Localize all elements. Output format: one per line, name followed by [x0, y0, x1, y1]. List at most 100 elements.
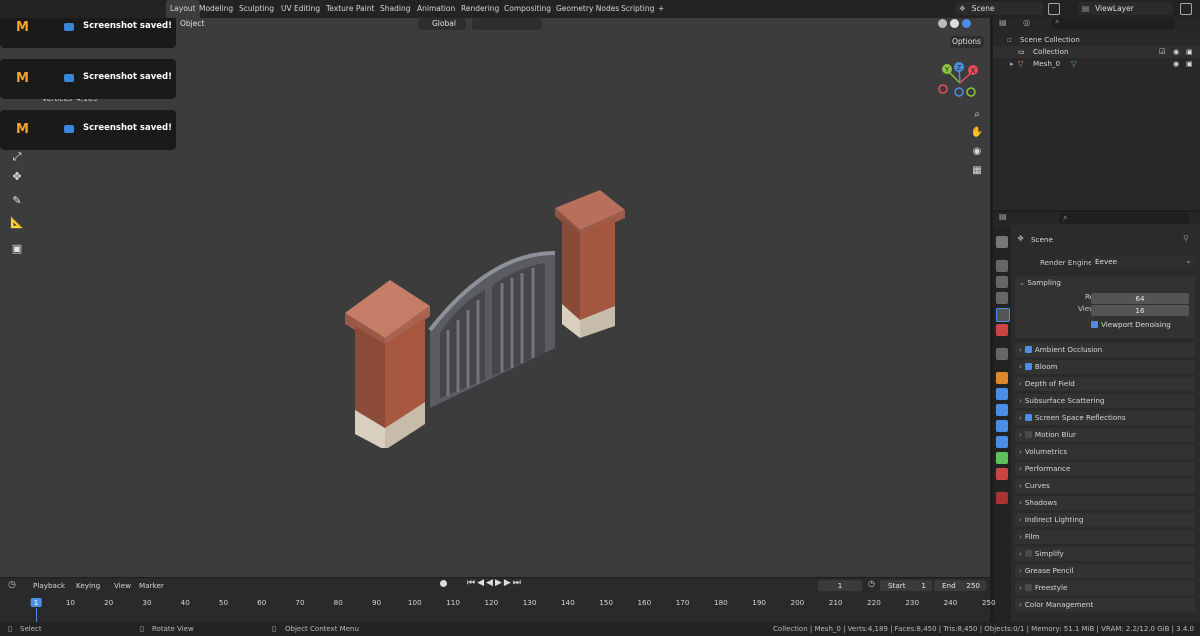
snapping-controls[interactable]	[472, 18, 542, 30]
screenshot-toast[interactable]: M Screenshot saved!	[0, 59, 176, 99]
camera-view-icon[interactable]: ◉	[970, 145, 984, 159]
annotate-tool-icon[interactable]: ✎	[8, 192, 26, 210]
panel-motion-blur[interactable]: › Motion Blur	[1015, 428, 1195, 442]
timeline[interactable]: ◷ Playback Keying View Marker ⏮◀◀▶▶⏭ 1 ◷ St…	[0, 578, 996, 622]
material-tab-icon[interactable]	[996, 468, 1008, 480]
preview-range-icon[interactable]: ◷	[868, 579, 875, 588]
rendered-shading-icon[interactable]	[962, 19, 971, 28]
material-shading-icon[interactable]	[950, 19, 959, 28]
scene-selector[interactable]: ❖ Scene	[955, 2, 1043, 15]
workspace-tab[interactable]: Rendering	[457, 0, 503, 18]
perspective-toggle-icon[interactable]: ▦	[970, 164, 984, 178]
solid-shading-icon[interactable]	[938, 19, 947, 28]
workspace-tab[interactable]: Texture Paint	[322, 0, 378, 18]
clock-icon[interactable]: ◷	[8, 580, 16, 590]
view-layer-tab-icon[interactable]	[996, 292, 1008, 304]
outliner-item-scene-collection[interactable]: ▫ Scene Collection	[993, 34, 1200, 46]
collection-tab-icon[interactable]	[996, 348, 1008, 360]
current-frame-field[interactable]: 1	[818, 580, 862, 591]
pin-icon[interactable]: ⚲	[1183, 234, 1189, 243]
outliner-item-mesh[interactable]: ▸ ▽ Mesh_0 ▽ ◉ ▣	[993, 58, 1200, 70]
eye-icon[interactable]: ◉	[1173, 58, 1179, 70]
object-menu[interactable]: Object	[180, 19, 204, 28]
transform-orientation[interactable]: Global	[418, 18, 466, 30]
checkbox-icon[interactable]	[1024, 584, 1032, 591]
screenshot-toast[interactable]: M Screenshot saved!	[0, 18, 176, 48]
workspace-tab[interactable]: Compositing	[500, 0, 555, 18]
viewport-shading-controls[interactable]	[830, 18, 980, 30]
view-layer-selector[interactable]: ▤ ViewLayer	[1078, 2, 1173, 15]
panel-ambient-occlusion[interactable]: › Ambient Occlusion	[1015, 343, 1195, 357]
render-engine-dropdown[interactable]: Eevee ⌄	[1091, 256, 1195, 267]
timeline-menu-playback[interactable]: Playback	[33, 581, 65, 590]
panel-curves[interactable]: › Curves	[1015, 479, 1195, 493]
outliner-search-input[interactable]: ⌕	[1051, 17, 1175, 29]
pan-icon[interactable]: ✋	[970, 126, 984, 140]
outliner[interactable]: ▤ ◎ ⌕ ▫ Scene Collection ▭ Collection ☑ …	[993, 17, 1200, 210]
editor-type-icon[interactable]: ▤	[999, 18, 1007, 27]
data-tab-icon[interactable]	[996, 452, 1008, 464]
panel-indirect-lighting[interactable]: › Indirect Lighting	[1015, 513, 1195, 527]
panel-subsurface-scattering[interactable]: › Subsurface Scattering	[1015, 394, 1195, 408]
filter-icon[interactable]: ◎	[1023, 18, 1030, 27]
workspace-tab[interactable]: Geometry Nodes	[552, 0, 623, 18]
panel-volumetrics[interactable]: › Volumetrics	[1015, 445, 1195, 459]
record-icon[interactable]	[440, 580, 447, 587]
workspace-tab[interactable]: Modeling	[195, 0, 237, 18]
sampling-panel[interactable]: ⌄ Sampling Render 64 Viewport 16 Viewpor…	[1015, 276, 1195, 338]
tool-tab-icon[interactable]	[996, 236, 1008, 248]
workspace-tab[interactable]: Animation	[413, 0, 459, 18]
modifiers-tab-icon[interactable]	[996, 388, 1008, 400]
render-tab-icon[interactable]	[996, 260, 1008, 272]
outliner-item-collection[interactable]: ▭ Collection ☑ ◉ ▣	[993, 46, 1200, 58]
screenshot-toast[interactable]: M Screenshot saved!	[0, 110, 176, 150]
checkbox-icon[interactable]	[1024, 414, 1032, 421]
editor-type-icon[interactable]: ▤	[999, 212, 1007, 221]
playback-controls-icon[interactable]: ⏮◀◀▶▶⏭	[467, 578, 523, 588]
measure-tool-icon[interactable]: 📐	[8, 214, 26, 232]
options-menu[interactable]: Options	[950, 36, 984, 48]
panel-performance[interactable]: › Performance	[1015, 462, 1195, 476]
zoom-icon[interactable]: ⌕	[970, 108, 984, 122]
workspace-tab[interactable]: Scripting	[617, 0, 658, 18]
physics-tab-icon[interactable]	[996, 420, 1008, 432]
panel-bloom[interactable]: › Bloom	[1015, 360, 1195, 374]
timeline-menu-view[interactable]: View	[114, 581, 131, 590]
panel-freestyle[interactable]: › Freestyle	[1015, 581, 1195, 595]
checkbox-icon[interactable]: ☑	[1159, 46, 1165, 58]
viewport-denoising-checkbox[interactable]: Viewport Denoising	[1091, 318, 1171, 332]
playhead[interactable]	[36, 608, 37, 622]
world-tab-icon[interactable]	[996, 324, 1008, 336]
camera-icon[interactable]: ▣	[1186, 58, 1193, 70]
workspace-tab[interactable]: Shading	[376, 0, 414, 18]
expand-arrow-icon[interactable]: ▸	[1010, 58, 1014, 70]
navigation-gizmo[interactable]: Y Z X	[935, 58, 985, 108]
properties-editor[interactable]: ▤ ⌕ ❖ Scene ⚲ Render Engine Eevee ⌄ ⌄ Sa…	[993, 212, 1200, 622]
workspace-tab[interactable]: UV Editing	[277, 0, 324, 18]
properties-search-input[interactable]: ⌕	[1059, 213, 1189, 224]
checkbox-icon[interactable]	[1024, 346, 1032, 353]
workspace-tab[interactable]: Sculpting	[235, 0, 278, 18]
panel-color-management[interactable]: › Color Management	[1015, 598, 1195, 612]
output-tab-icon[interactable]	[996, 276, 1008, 288]
panel-depth-of-field[interactable]: › Depth of Field	[1015, 377, 1195, 391]
eye-icon[interactable]: ◉	[1173, 46, 1179, 58]
timeline-menu-marker[interactable]: Marker	[139, 581, 164, 590]
transform-tool-icon[interactable]: ✥	[8, 168, 26, 186]
end-frame-field[interactable]: End 250	[934, 580, 986, 591]
object-tab-icon[interactable]	[996, 372, 1008, 384]
scale-tool-icon[interactable]: ⤢	[8, 148, 26, 166]
checkbox-icon[interactable]	[1024, 550, 1032, 557]
constraints-tab-icon[interactable]	[996, 436, 1008, 448]
panel-film[interactable]: › Film	[1015, 530, 1195, 544]
3d-viewport[interactable]: Object Global Options Vertices 4,189 ⤢ ✥…	[0, 18, 990, 577]
camera-icon[interactable]: ▣	[1186, 46, 1193, 58]
viewport-samples-field[interactable]: 16	[1091, 305, 1189, 316]
texture-tab-icon[interactable]	[996, 492, 1008, 504]
panel-grease-pencil[interactable]: › Grease Pencil	[1015, 564, 1195, 578]
checkbox-icon[interactable]	[1024, 363, 1032, 370]
checkbox-icon[interactable]	[1024, 431, 1032, 438]
timeline-menu-keying[interactable]: Keying	[76, 581, 100, 590]
add-cube-tool-icon[interactable]: ▣	[8, 240, 26, 258]
new-view-layer-icon[interactable]	[1180, 3, 1192, 15]
